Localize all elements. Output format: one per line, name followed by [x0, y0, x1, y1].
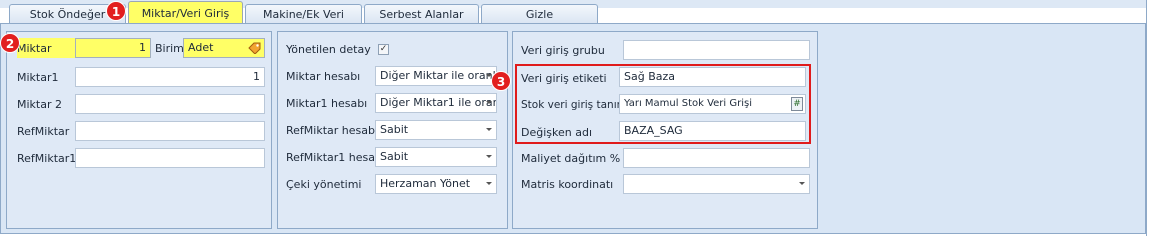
veri-giris-grubu-label: Veri giriş grubu [521, 44, 605, 57]
refmiktar-input[interactable] [75, 121, 265, 141]
miktar-label: Miktar [17, 42, 52, 55]
refmiktar1-hesabi-value: Sabit [380, 150, 409, 163]
annotation-badge-2: 2 [0, 33, 20, 53]
veri-giris-grubu-input[interactable] [623, 40, 810, 60]
miktar1-hesabi-select[interactable]: Diğer Miktar1 ile oran [375, 93, 497, 113]
yonetilen-detay-label: Yönetilen detay [286, 43, 371, 56]
birim-value: Adet [188, 41, 214, 54]
matris-koordinati-label: Matris koordinatı [521, 178, 614, 191]
tab-makine-ek-veri[interactable]: Makine/Ek Veri [245, 4, 362, 23]
tab-serbest-alanlar[interactable]: Serbest Alanlar [364, 4, 479, 23]
annotation-badge-3: 3 [491, 71, 511, 91]
refmiktar1-input[interactable] [75, 148, 265, 168]
maliyet-dagitim-label: Maliyet dağıtım % [521, 152, 621, 165]
annotation-highlight-box [515, 64, 811, 144]
yonetilen-detay-checkbox[interactable]: ✓ [378, 44, 389, 55]
chevron-down-icon[interactable] [486, 101, 492, 104]
tab-gizle[interactable]: Gizle [481, 4, 598, 23]
refmiktar-hesabi-select[interactable]: Sabit [375, 120, 497, 140]
matris-koordinati-select[interactable] [623, 174, 810, 194]
annotation-badge-1: 1 [106, 1, 126, 21]
chevron-down-icon[interactable] [799, 182, 805, 185]
tab-miktar-veri-giris[interactable]: Miktar/Veri Giriş [128, 1, 243, 24]
right-margin [1146, 0, 1160, 249]
miktar-input[interactable]: 1 [75, 38, 151, 58]
refmiktar1-hesabi-label: RefMiktar1 hesabı [286, 151, 386, 164]
tab-bar: Stok Öndeğer Miktar/Veri Giriş Makine/Ek… [0, 0, 1160, 24]
refmiktar1-label: RefMiktar1 [17, 152, 77, 165]
miktar-hesabi-value: Diğer Miktar ile oranlı [380, 69, 497, 82]
refmiktar-label: RefMiktar [17, 125, 70, 138]
quantity-panel: Miktar 1 Birim Adet Miktar1 1 Miktar 2 R… [6, 31, 272, 229]
refmiktar-hesabi-value: Sabit [380, 123, 409, 136]
tag-icon[interactable] [248, 42, 261, 54]
right-border [1146, 0, 1147, 236]
miktar2-input[interactable] [75, 94, 265, 114]
miktar-hesabi-label: Miktar hesabı [286, 70, 361, 83]
miktar1-hesabi-value: Diğer Miktar1 ile oran [380, 96, 497, 109]
ceki-yonetimi-select[interactable]: Herzaman Yönet [375, 174, 497, 194]
birim-input[interactable]: Adet [183, 38, 265, 58]
refmiktar-hesabi-label: RefMiktar hesabı [286, 124, 379, 137]
chevron-down-icon[interactable] [486, 155, 492, 158]
refmiktar1-hesabi-select[interactable]: Sabit [375, 147, 497, 167]
chevron-down-icon[interactable] [486, 182, 492, 185]
chevron-down-icon[interactable] [486, 128, 492, 131]
miktar1-hesabi-label: Miktar1 hesabı [286, 97, 368, 110]
ceki-yonetimi-label: Çeki yönetimi [286, 178, 362, 191]
ceki-yonetimi-value: Herzaman Yönet [380, 177, 471, 190]
miktar2-label: Miktar 2 [17, 98, 62, 111]
miktar1-input[interactable]: 1 [75, 67, 265, 87]
miktar-hesabi-select[interactable]: Diğer Miktar ile oranlı [375, 66, 497, 86]
miktar1-label: Miktar1 [17, 71, 59, 84]
maliyet-dagitim-input[interactable] [623, 148, 810, 168]
calculation-panel: Yönetilen detay ✓ Miktar hesabı Diğer Mi… [277, 31, 508, 229]
birim-label: Birim [155, 42, 184, 55]
